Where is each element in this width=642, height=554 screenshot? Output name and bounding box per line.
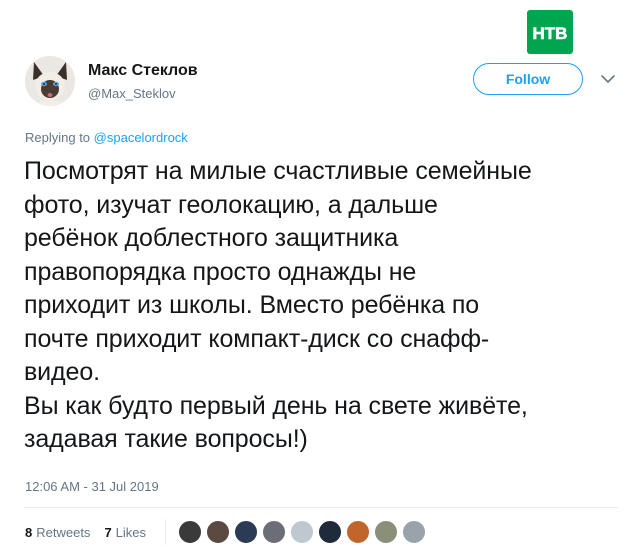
- liker-avatars: [178, 520, 430, 544]
- liker-avatar-5[interactable]: [290, 520, 314, 544]
- chevron-down-icon[interactable]: [600, 72, 616, 84]
- replying-prefix: Replying to: [25, 130, 91, 145]
- follow-button[interactable]: Follow: [473, 63, 583, 95]
- svg-text:НТВ: НТВ: [533, 24, 568, 43]
- retweets-count: 8: [25, 525, 33, 540]
- tweet-timestamp[interactable]: 12:06 AM - 31 Jul 2019: [25, 479, 159, 494]
- liker-avatar-4[interactable]: [262, 520, 286, 544]
- author-handle[interactable]: @Max_Steklov: [88, 86, 176, 101]
- liker-avatar-7[interactable]: [346, 520, 370, 544]
- retweets-stat[interactable]: 8 Retweets: [25, 525, 90, 540]
- likes-stat[interactable]: 7 Likes: [104, 525, 146, 540]
- replying-to: Replying to @spacelordrock: [25, 130, 188, 145]
- likes-label: Likes: [115, 525, 147, 540]
- stats-separator: [165, 519, 166, 545]
- tweet-text: Посмотрят на милые счастливые семейные ф…: [24, 157, 532, 453]
- ntv-logo-icon: НТВ: [527, 10, 573, 54]
- liker-avatar-9[interactable]: [402, 520, 426, 544]
- liker-avatar-1[interactable]: [178, 520, 202, 544]
- author-name[interactable]: Макс Стеклов: [88, 62, 198, 80]
- liker-avatar-8[interactable]: [374, 520, 398, 544]
- likes-count: 7: [104, 525, 112, 540]
- retweets-label: Retweets: [36, 525, 91, 540]
- liker-avatar-6[interactable]: [318, 520, 342, 544]
- liker-avatar-2[interactable]: [206, 520, 230, 544]
- tweet-stats: 8 Retweets 7 Likes: [25, 525, 160, 540]
- divider: [24, 507, 618, 508]
- liker-avatar-3[interactable]: [234, 520, 258, 544]
- author-avatar[interactable]: [25, 56, 75, 106]
- reply-handle-link[interactable]: @spacelordrock: [94, 130, 188, 145]
